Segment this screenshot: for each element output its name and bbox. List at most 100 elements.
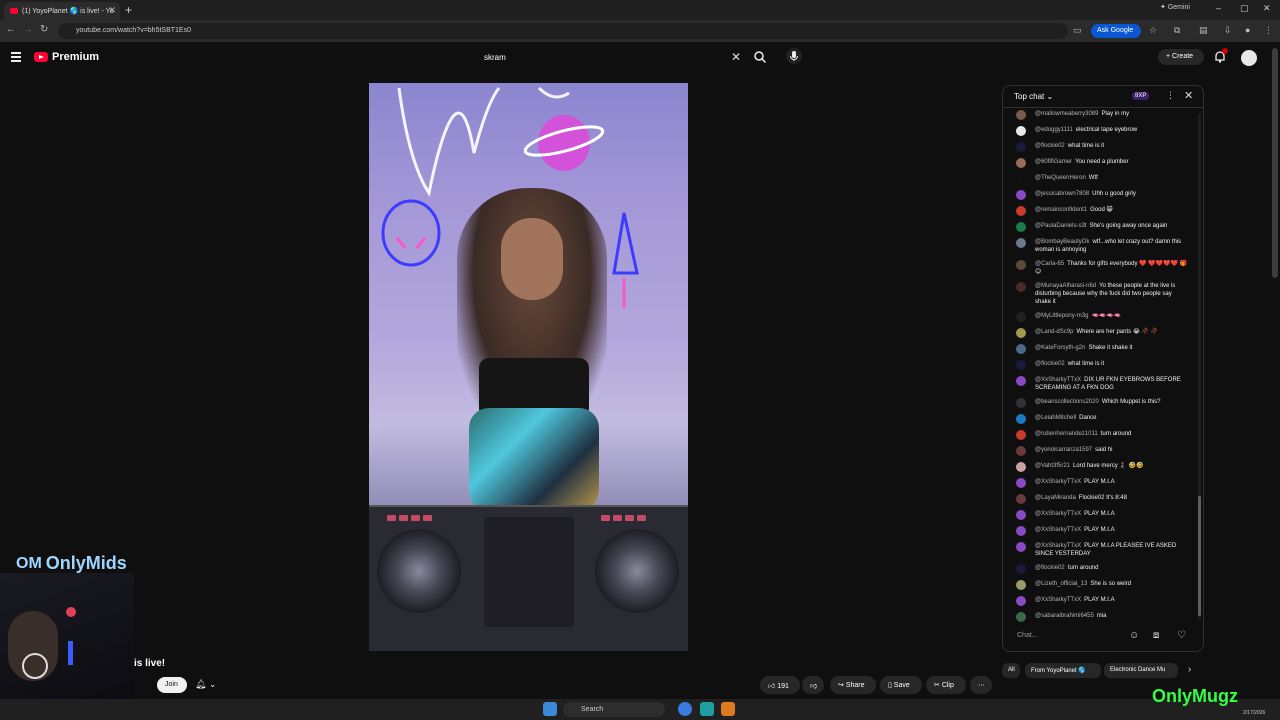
chat-author-name[interactable]: @sabaraibrahimi6455 (1035, 613, 1094, 619)
subscription-bell-icon[interactable]: 🔔︎ ⌄ (195, 679, 216, 690)
chat-message[interactable]: @KateForsyth-g2n Shake it shake it (1013, 344, 1189, 354)
chat-author-avatar[interactable] (1016, 398, 1026, 408)
chat-scrollbar[interactable] (1198, 496, 1201, 616)
taskbar-search[interactable]: Search (563, 702, 665, 717)
chat-message[interactable]: @flockie02 turn around (1013, 564, 1189, 574)
chat-author-avatar[interactable] (1016, 526, 1026, 536)
vlc-taskbar-icon[interactable] (721, 702, 735, 716)
chat-author-name[interactable]: @KateForsyth-g2n (1035, 345, 1085, 351)
chat-options-icon[interactable]: ⋮ (1166, 90, 1175, 101)
chat-author-name[interactable]: @rubenhernandez1011 (1035, 431, 1098, 437)
chat-message[interactable]: @Carla-65 Thanks for gifts everybody ❤️ ❤… (1013, 260, 1189, 276)
chat-author-name[interactable]: @XxSharkyTTxX (1035, 511, 1081, 517)
back-icon[interactable]: ← (6, 24, 16, 35)
chat-author-avatar[interactable] (1016, 462, 1026, 472)
sidebar-icon[interactable]: ▤ (1199, 25, 1208, 36)
chat-author-name[interactable]: @mallowmeaberry3089 (1035, 111, 1098, 117)
chat-author-name[interactable]: @LayaMiranda (1035, 495, 1076, 501)
chat-author-avatar[interactable] (1016, 414, 1026, 424)
chat-author-name[interactable]: @XxSharkyTTxX (1035, 597, 1081, 603)
chat-message[interactable]: @sabaraibrahimi6455 mia (1013, 612, 1189, 622)
chat-message[interactable]: @Lizeth_official_13 She is so weird (1013, 580, 1189, 590)
super-chat-icon[interactable]: ⧈ (1153, 630, 1159, 641)
chip-all[interactable]: All (1002, 663, 1020, 678)
create-button[interactable]: + Create (1158, 49, 1204, 65)
start-icon[interactable] (543, 702, 557, 716)
chat-author-avatar[interactable] (1016, 542, 1026, 552)
chat-author-name[interactable]: @XxSharkyTTxX (1035, 527, 1081, 533)
ask-google-button[interactable]: Ask Google (1091, 24, 1141, 38)
profile-icon[interactable]: ● (1245, 25, 1250, 35)
cast-icon[interactable]: ▭ (1073, 25, 1082, 36)
clip-button[interactable]: ✂ Clip (926, 676, 966, 694)
downloads-icon[interactable]: ⇩ (1224, 25, 1232, 36)
chat-message[interactable]: @flockie02 what time is it (1013, 142, 1189, 152)
video-player[interactable] (369, 83, 688, 651)
chat-author-avatar[interactable] (1016, 206, 1026, 216)
chat-author-name[interactable]: @flockie02 (1035, 143, 1065, 149)
search-input[interactable]: skram (478, 47, 748, 67)
search-icon[interactable] (753, 50, 767, 64)
chat-author-avatar[interactable] (1016, 376, 1026, 386)
chat-message[interactable]: @jessicabrown7808 Uhh u good girly (1013, 190, 1189, 200)
chat-author-name[interactable]: @PaulaDaniels-s3t (1035, 223, 1086, 229)
chat-author-name[interactable]: @flockie02 (1035, 361, 1065, 367)
url-field[interactable]: youtube.com/watch?v=bh5tSBT1Es0 (58, 23, 1068, 39)
voice-search-button[interactable] (786, 48, 802, 64)
browser-menu-icon[interactable]: ⋮ (1264, 25, 1273, 36)
chat-author-name[interactable]: @MunayaAlharasi-n6d (1035, 283, 1096, 289)
new-tab-icon[interactable]: + (125, 3, 132, 17)
chat-author-avatar[interactable] (1016, 222, 1026, 232)
chat-message[interactable]: @MunayaAlharasi-n6d Yo these people at th… (1013, 282, 1189, 306)
chat-author-name[interactable]: @Land-dSc9p (1035, 329, 1073, 335)
chat-author-avatar[interactable] (1016, 446, 1026, 456)
maximize-icon[interactable]: ▢ (1240, 3, 1249, 14)
join-button[interactable]: Join (157, 677, 187, 693)
close-chat-icon[interactable]: ✕ (1184, 89, 1193, 102)
chat-author-avatar[interactable] (1016, 238, 1026, 248)
chat-message[interactable]: @LeiahMitchell Dance (1013, 414, 1189, 424)
chat-author-name[interactable]: @60fifiGamer (1035, 159, 1072, 165)
chat-author-name[interactable]: @XxSharkyTTxX (1035, 479, 1081, 485)
gemini-button[interactable]: ✦ Gemini (1160, 3, 1190, 11)
close-tab-icon[interactable]: ✕ (108, 5, 116, 16)
chat-author-name[interactable]: @jessicabrown7808 (1035, 191, 1089, 197)
chat-author-name[interactable]: @XxSharkyTTxX (1035, 543, 1081, 549)
dislike-button[interactable]: 👎︎ (802, 676, 824, 694)
chat-author-avatar[interactable] (1016, 580, 1026, 590)
chat-author-name[interactable]: @XxSharkyTTxX (1035, 377, 1081, 383)
chat-message[interactable]: @XxSharkyTTxX DIX UR FKN EYEBROWS BEFORE … (1013, 376, 1189, 392)
share-button[interactable]: ↪ Share (830, 676, 876, 694)
chat-mode-dropdown[interactable]: Top chat ⌄ (1014, 92, 1053, 101)
chat-message[interactable]: @flockie02 what time is it (1013, 360, 1189, 370)
chat-message[interactable]: @LayaMiranda Flockie02 It's 8:48 (1013, 494, 1189, 504)
save-button[interactable]: ▯ Save (880, 676, 922, 694)
chat-points-badge[interactable]: 8XP (1132, 92, 1150, 100)
forward-icon[interactable]: → (23, 24, 33, 35)
clear-search-icon[interactable]: ✕ (731, 50, 741, 64)
chat-author-avatar[interactable] (1016, 126, 1026, 136)
app-taskbar-icon[interactable] (700, 702, 714, 716)
chat-message[interactable]: @XxSharkyTTxX PLAY M.I.A (1013, 526, 1189, 536)
more-actions-icon[interactable]: ⋯ (970, 676, 992, 694)
browser-tab[interactable]: (1) YoyoPlanet 🌎 is live! - Yo ✕ (4, 2, 120, 20)
chat-author-avatar[interactable] (1016, 312, 1026, 322)
chat-message[interactable]: @BombayBeautyOk wtf...who let crazy out? … (1013, 238, 1189, 254)
chat-author-name[interactable]: @yonolcarranza1597 (1035, 447, 1092, 453)
chat-author-name[interactable]: @Carla-65 (1035, 261, 1064, 267)
chat-message[interactable]: @XxSharkyTTxX PLAY M.I.A PLEASEE IVE ASKE… (1013, 542, 1189, 558)
chat-message[interactable]: @PaulaDaniels-s3t She's going away once a… (1013, 222, 1189, 232)
chat-author-name[interactable]: @Lizeth_official_13 (1035, 581, 1087, 587)
chat-message[interactable]: @MyLittlepony-m3g 🫦🫦🫦🫦 (1013, 312, 1189, 322)
chat-message[interactable]: @yonolcarranza1597 said hi (1013, 446, 1189, 456)
chat-author-avatar[interactable] (1016, 174, 1026, 184)
chat-author-name[interactable]: @edoggy1111 (1035, 127, 1073, 133)
extensions-icon[interactable]: ⧉ (1174, 25, 1180, 36)
page-scrollbar[interactable] (1272, 48, 1278, 278)
chat-author-name[interactable]: @LeiahMitchell (1035, 415, 1076, 421)
account-avatar[interactable] (1241, 50, 1257, 66)
youtube-logo[interactable]: Premium (34, 51, 99, 63)
emoji-icon[interactable]: ☺ (1129, 630, 1139, 641)
chat-message[interactable]: @Land-dSc9p Where are her pants 😭 🥀 🥀 (1013, 328, 1189, 338)
chat-author-avatar[interactable] (1016, 612, 1026, 622)
